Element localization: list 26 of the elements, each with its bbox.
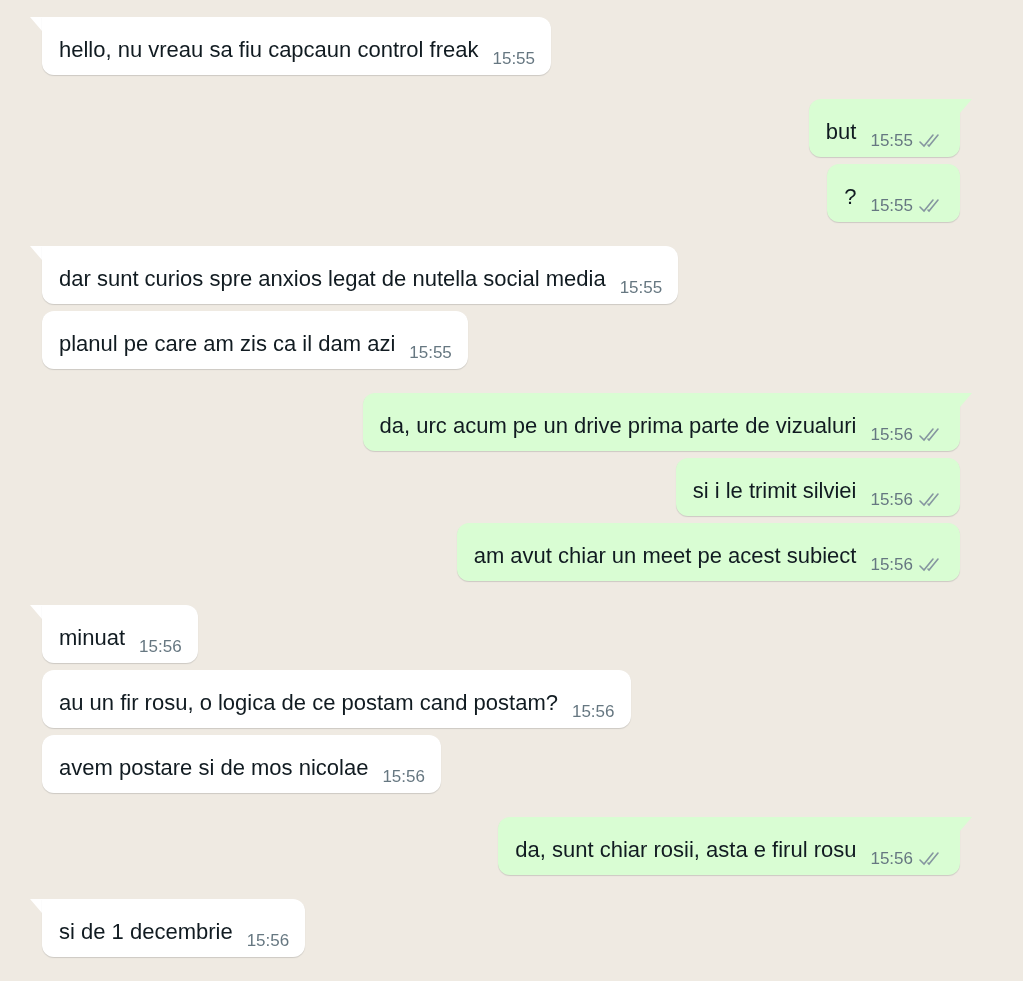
message-time: 15:55	[492, 49, 536, 69]
message-text: minuat	[59, 624, 126, 652]
message-text: dar sunt curios spre anxios legat de nutella social media	[59, 265, 606, 293]
message-time: 15:55	[870, 196, 913, 216]
message-time: 15:56	[246, 931, 290, 951]
message-time: 15:55	[870, 131, 913, 151]
message-time: 15:56	[870, 555, 913, 575]
message-text: si de 1 decembrie	[59, 918, 233, 946]
message-text: ?	[844, 183, 857, 211]
message-time: 15:56	[571, 702, 615, 722]
message-text: si i le trimit silviei	[692, 477, 857, 505]
message-time: 15:55	[409, 343, 452, 363]
message-text: au un fir rosu, o logica de ce postam cand postam?	[59, 689, 558, 717]
message-time: 15:56	[139, 637, 182, 657]
message-text: da, urc acum pe un drive prima parte de vizualuri	[379, 412, 857, 440]
message-text: da, sunt chiar rosii, asta e firul rosu	[515, 836, 857, 864]
message-time: 15:55	[619, 278, 663, 298]
message-time: 15:56	[870, 425, 913, 445]
message-time: 15:56	[870, 490, 913, 510]
message-time: 15:56	[870, 849, 913, 869]
message-text: avem postare si de mos nicolae	[59, 754, 369, 782]
message-text: am avut chiar un meet pe acest subiect	[473, 542, 857, 570]
message-time: 15:56	[382, 767, 425, 787]
message-text: hello, nu vreau sa fiu capcaun control freak	[59, 36, 479, 64]
message-text: planul pe care am zis ca il dam azi	[59, 330, 396, 358]
message-text: but	[825, 118, 857, 146]
